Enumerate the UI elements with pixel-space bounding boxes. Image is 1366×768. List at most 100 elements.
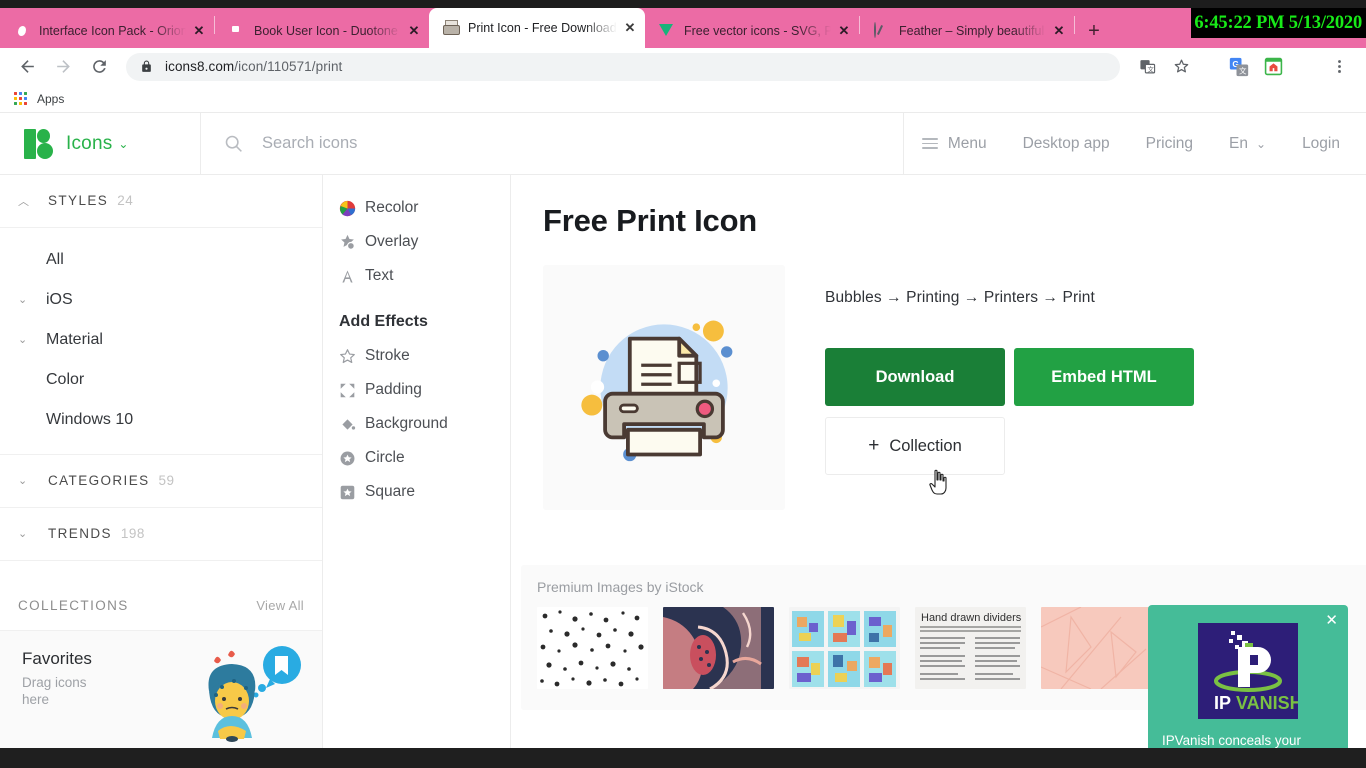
add-to-collection-button[interactable]: + Collection <box>825 417 1005 475</box>
effect-label: Square <box>365 483 415 500</box>
paint-bucket-icon <box>339 416 365 433</box>
tab-close-icon[interactable]: ✕ <box>621 19 639 37</box>
effect-label: Stroke <box>365 347 410 364</box>
trends-label: TRENDS <box>48 526 112 542</box>
url-domain: icons8.com <box>165 59 235 74</box>
categories-count: 59 <box>158 473 175 489</box>
language-selector[interactable]: En ⌄ <box>1211 135 1284 153</box>
effect-circle[interactable]: Circle <box>339 441 510 475</box>
effect-recolor[interactable]: Recolor <box>339 191 510 225</box>
sidebar-item-material[interactable]: ⌄ Material <box>0 320 322 360</box>
favorites-collection-card[interactable]: Favorites Drag icons here <box>0 630 322 748</box>
new-tab-button[interactable]: + <box>1081 18 1107 44</box>
sidebar-section-categories[interactable]: ⌄ CATEGORIES 59 <box>0 455 322 508</box>
effect-label: Recolor <box>365 199 419 216</box>
apps-grid-icon[interactable] <box>14 92 27 105</box>
web-page: Icons ⌄ Menu Desktop app Pricing En ⌄ <box>0 113 1366 748</box>
chevron-down-icon: ⌄ <box>18 334 28 347</box>
reload-button[interactable] <box>84 52 114 82</box>
tab-close-icon[interactable]: ✕ <box>190 22 208 40</box>
effect-text[interactable]: Text <box>339 259 510 293</box>
search-icon <box>223 133 244 154</box>
flag-icon <box>229 23 245 39</box>
istock-thumb-2[interactable] <box>663 607 774 689</box>
effect-padding[interactable]: Padding <box>339 373 510 407</box>
menu-button[interactable]: Menu <box>902 113 1005 174</box>
istock-thumb-3[interactable] <box>789 607 900 689</box>
browser-tab-4[interactable]: Free vector icons - SVG, PSD, PN ✕ <box>645 14 859 48</box>
vector-icon <box>659 23 675 39</box>
istock-thumb-4[interactable]: Hand drawn dividers <box>915 607 1026 689</box>
search-input[interactable] <box>262 134 692 153</box>
chevron-down-icon[interactable]: ⌄ <box>118 137 128 151</box>
chrome-menu-icon[interactable] <box>1324 52 1354 82</box>
print-icon-illustration <box>581 320 733 461</box>
hamburger-icon <box>921 138 938 149</box>
close-icon[interactable]: ✕ <box>1325 611 1338 629</box>
sidebar-section-trends[interactable]: ⌄ TRENDS 198 <box>0 508 322 561</box>
taskbar <box>0 748 1366 768</box>
sidebar-item-all[interactable]: All <box>0 240 322 280</box>
style-label: Windows 10 <box>46 410 134 428</box>
effect-square[interactable]: Square <box>339 475 510 509</box>
pricing-link[interactable]: Pricing <box>1128 135 1211 153</box>
browser-tab-5[interactable]: Feather – Simply beautiful open ✕ <box>860 14 1074 48</box>
style-label: Color <box>46 370 85 388</box>
browser-window: Interface Icon Pack - Orion Icon ✕ Book … <box>0 0 1366 768</box>
download-button[interactable]: Download <box>825 348 1005 406</box>
square-star-icon <box>339 484 365 501</box>
sidebar-item-windows10[interactable]: Windows 10 <box>0 400 322 440</box>
icons8-logo-icon <box>24 128 54 159</box>
breadcrumb[interactable]: Bubbles → Printing → Printers → Print <box>825 289 1366 307</box>
google-translate-extension-icon[interactable]: G文 <box>1224 52 1254 82</box>
trends-count: 198 <box>120 526 145 542</box>
back-button[interactable] <box>12 52 42 82</box>
expand-arrows-icon <box>339 382 365 399</box>
desktop-app-link[interactable]: Desktop app <box>1005 135 1128 153</box>
browser-tab-2[interactable]: Book User Icon - Duotone | Font ✕ <box>215 14 429 48</box>
tab-divider <box>1074 15 1075 34</box>
style-label: iOS <box>46 290 73 308</box>
tab-close-icon[interactable]: ✕ <box>835 22 853 40</box>
logo-label: Icons <box>66 132 113 154</box>
window-top-strip <box>0 0 1366 8</box>
sidebar-item-ios[interactable]: ⌄ iOS <box>0 280 322 320</box>
icon-detail-row: Bubbles → Printing → Printers → Print Do… <box>543 265 1366 510</box>
action-buttons: Download Embed HTML <box>825 348 1366 406</box>
carbon-ad[interactable]: ✕ IP VANISH IPVanish conceals your <box>1148 605 1348 748</box>
tab-title: Print Icon - Free Download, PNG <box>468 21 617 35</box>
icon-preview-card[interactable] <box>543 265 785 510</box>
styles-count: 24 <box>117 193 134 209</box>
extension-icon[interactable] <box>1258 52 1288 82</box>
browser-tab-3-active[interactable]: Print Icon - Free Download, PNG ✕ <box>429 8 645 48</box>
overlay-icon <box>339 234 365 251</box>
embed-html-button[interactable]: Embed HTML <box>1014 348 1194 406</box>
chevron-down-icon: ⌄ <box>18 528 29 541</box>
istock-thumb-1[interactable] <box>537 607 648 689</box>
view-all-link[interactable]: View All <box>256 598 304 613</box>
tab-close-icon[interactable]: ✕ <box>1050 22 1068 40</box>
address-bar[interactable]: icons8.com/icon/110571/print <box>126 52 1120 81</box>
style-list: All ⌄ iOS ⌄ Material Color Windows 10 <box>0 228 322 455</box>
bookmark-apps-label[interactable]: Apps <box>37 92 64 106</box>
tab-close-icon[interactable]: ✕ <box>405 22 423 40</box>
text-a-icon <box>339 268 365 285</box>
browser-tab-1[interactable]: Interface Icon Pack - Orion Icon ✕ <box>0 14 214 48</box>
translate-icon[interactable]: 文 <box>1132 52 1162 82</box>
printer-icon <box>443 20 459 36</box>
lock-icon <box>140 60 153 73</box>
effect-background[interactable]: Background <box>339 407 510 441</box>
search-area[interactable] <box>200 113 903 174</box>
ipvanish-logo: IP VANISH <box>1198 623 1298 719</box>
bookmark-star-icon[interactable] <box>1166 52 1196 82</box>
effect-stroke[interactable]: Stroke <box>339 339 510 373</box>
sidebar-item-color[interactable]: Color <box>0 360 322 400</box>
effect-overlay[interactable]: Overlay <box>339 225 510 259</box>
sidebar-section-styles[interactable]: ︿ STYLES 24 <box>0 175 322 228</box>
circle-star-icon <box>339 450 365 467</box>
login-link[interactable]: Login <box>1284 135 1366 153</box>
istock-thumb-5[interactable] <box>1041 607 1152 689</box>
forward-button[interactable] <box>48 52 78 82</box>
chevron-down-icon: ⌄ <box>18 294 28 307</box>
site-logo[interactable]: Icons ⌄ <box>0 128 200 159</box>
